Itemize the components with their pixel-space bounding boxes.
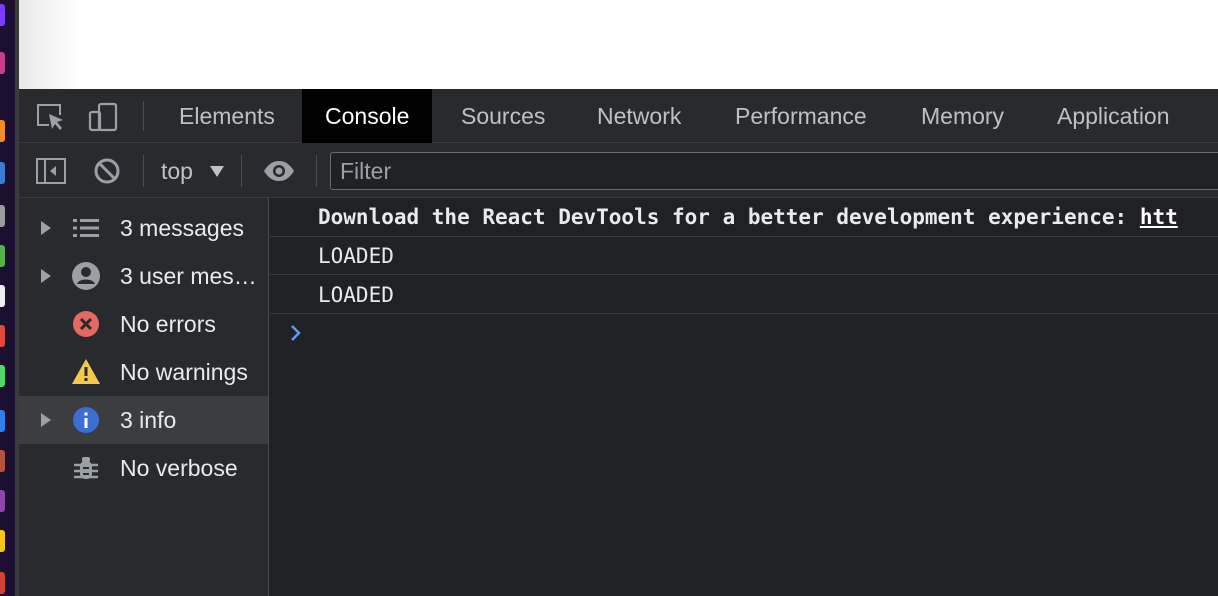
dock-app-icon: [0, 365, 5, 387]
dock-app-icon: [0, 4, 5, 26]
device-toolbar-icon[interactable]: [87, 101, 119, 133]
sidebar-item-label: No errors: [120, 311, 216, 337]
chevron-down-icon: [210, 166, 224, 177]
tab-memory[interactable]: Memory: [898, 89, 1027, 143]
dock-app-icon: [0, 530, 5, 552]
sidebar-item-user-messages[interactable]: 3 user mes…: [19, 252, 268, 300]
eye-icon[interactable]: [263, 155, 295, 187]
expand-triangle-icon[interactable]: [41, 413, 51, 427]
tab-sources[interactable]: Sources: [438, 89, 568, 143]
dock-app-icon: [0, 162, 5, 184]
console-message[interactable]: Download the React DevTools for a better…: [270, 198, 1218, 237]
console-prompt-icon[interactable]: [288, 323, 304, 343]
desktop-dock-edge: [0, 0, 19, 596]
dock-app-icon: [0, 490, 5, 512]
sidebar-item-errors[interactable]: No errors: [19, 300, 268, 348]
tab-performance[interactable]: Performance: [712, 89, 890, 143]
info-icon: [73, 407, 99, 433]
devtools-tabbar: Elements Console Sources Network Perform…: [19, 89, 1218, 143]
warning-icon: [72, 359, 100, 384]
console-message-link[interactable]: htt: [1140, 205, 1178, 229]
sidebar-item-messages[interactable]: 3 messages: [19, 204, 268, 252]
viewport-shade: [19, 0, 79, 89]
tab-application[interactable]: Application: [1034, 89, 1193, 143]
toolbar-separator: [316, 155, 317, 187]
console-message[interactable]: LOADED: [270, 237, 1218, 275]
dock-app-icon: [0, 285, 5, 307]
filter-input[interactable]: [331, 153, 1218, 189]
dock-app-icon: [0, 572, 5, 594]
console-message-text: Download the React DevTools for a better…: [318, 205, 1140, 229]
devtools-panel: Elements Console Sources Network Perform…: [19, 89, 1218, 596]
context-selector-label: top: [161, 158, 193, 184]
tab-console[interactable]: Console: [302, 89, 433, 143]
console-message-text: LOADED: [318, 244, 394, 268]
console-toolbar: top: [19, 143, 1218, 198]
expand-triangle-icon[interactable]: [41, 269, 51, 283]
page-viewport: [19, 0, 1218, 89]
dock-app-icon: [0, 410, 5, 432]
console-output[interactable]: Download the React DevTools for a better…: [270, 198, 1218, 596]
sidebar-item-verbose[interactable]: No verbose: [19, 444, 268, 492]
bug-icon: [74, 457, 98, 479]
sidebar-item-label: 3 user mes…: [120, 263, 257, 289]
console-sidebar: 3 messages 3 user mes… No errors No warn…: [19, 198, 269, 596]
dock-app-icon: [0, 120, 5, 142]
sidebar-item-label: 3 messages: [120, 215, 245, 241]
sidebar-item-label: No verbose: [120, 455, 238, 481]
dock-app-icon: [0, 450, 5, 472]
sidebar-item-info[interactable]: 3 info: [19, 396, 268, 444]
inspect-element-icon[interactable]: [35, 101, 67, 133]
tab-elements[interactable]: Elements: [156, 89, 298, 143]
user-icon: [72, 262, 100, 290]
clear-console-icon[interactable]: [91, 155, 123, 187]
toolbar-separator: [143, 155, 144, 187]
context-selector[interactable]: top: [161, 153, 224, 189]
list-icon: [73, 219, 99, 237]
dock-app-icon: [0, 325, 5, 347]
console-message[interactable]: LOADED: [270, 276, 1218, 314]
show-sidebar-icon[interactable]: [35, 155, 67, 187]
toolbar-separator: [241, 155, 242, 187]
dock-app-icon: [0, 52, 5, 74]
dock-app-icon: [0, 245, 5, 267]
sidebar-item-warnings[interactable]: No warnings: [19, 348, 268, 396]
tab-separator: [143, 101, 144, 131]
sidebar-item-label: No warnings: [120, 359, 248, 385]
console-message-text: LOADED: [318, 283, 394, 307]
filter-field[interactable]: [330, 152, 1218, 190]
sidebar-item-label: 3 info: [120, 407, 177, 433]
expand-triangle-icon[interactable]: [41, 221, 51, 235]
error-icon: [73, 311, 99, 337]
tab-network[interactable]: Network: [574, 89, 704, 143]
dock-app-icon: [0, 205, 5, 227]
